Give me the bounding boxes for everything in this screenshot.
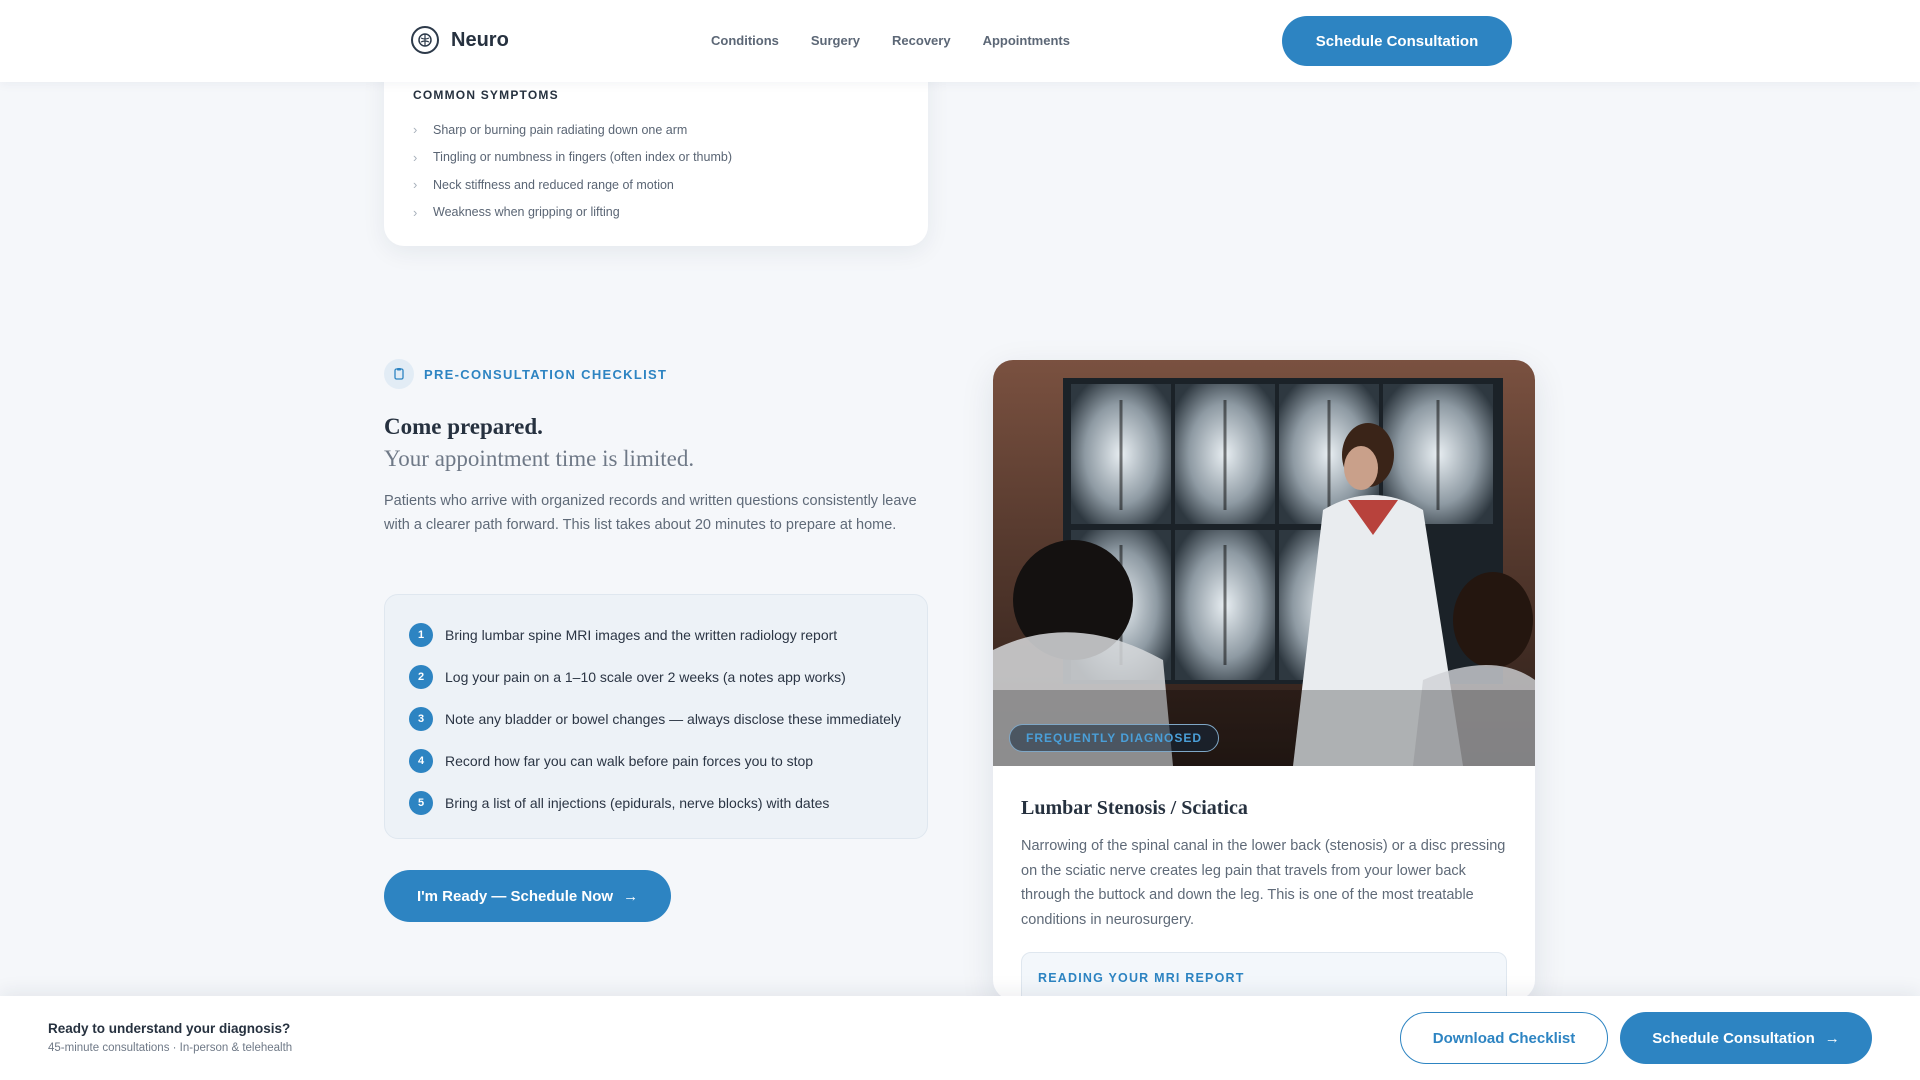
ready-schedule-label: I'm Ready — Schedule Now (416, 887, 614, 905)
list-item: 2 Log your pain on a 1–10 scale over 2 we… (409, 656, 901, 698)
nav-conditions[interactable]: Conditions (711, 33, 779, 48)
step-text: Bring a list of all injections (epidural… (445, 795, 830, 811)
xray-review-photo (993, 360, 1535, 766)
condition-card[interactable]: FREQUENTLY DIAGNOSED Lumbar Stenosis / S… (993, 360, 1535, 1000)
bar-schedule-label: Schedule Consultation (1652, 1029, 1815, 1047)
symptom-text: Tingling or numbness in fingers (often i… (433, 150, 732, 165)
section-subhead: Your appointment time is limited. (384, 446, 695, 471)
eyebrow-label: PRE-CONSULTATION CHECKLIST (424, 366, 668, 382)
step-number: 1 (409, 623, 433, 647)
step-number: 2 (409, 665, 433, 689)
section-intro: Patients who arrive with organized recor… (384, 493, 917, 533)
step-text: Note any bladder or bowel changes — alwa… (445, 711, 902, 727)
step-number: 5 (409, 791, 433, 815)
step-number: 3 (409, 707, 433, 731)
header-schedule-button[interactable]: Schedule Consultation (1282, 16, 1512, 66)
clipboard-icon (384, 359, 414, 389)
chevron-right-icon: › (413, 204, 418, 220)
condition-title: Lumbar Stenosis / Sciatica (1021, 797, 1248, 819)
step-text: Record how far you can walk before pain … (445, 753, 814, 769)
chevron-right-icon: › (413, 149, 418, 165)
brand-name: Neuro (451, 28, 509, 51)
list-item: › Neck stiffness and reduced range of mot… (413, 171, 732, 199)
main-nav: Conditions Surgery Recovery Appointments (711, 33, 1070, 48)
nav-appointments[interactable]: Appointments (983, 33, 1070, 48)
symptom-text: Weakness when gripping or lifting (433, 205, 620, 220)
chevron-right-icon: › (413, 177, 418, 193)
arrow-right-icon: → (623, 887, 639, 905)
list-item: 1 Bring lumbar spine MRI images and the w… (409, 614, 901, 656)
list-item: 3 Note any bladder or bowel changes — alw… (409, 698, 901, 740)
brand[interactable]: Neuro (411, 26, 509, 54)
chevron-right-icon: › (413, 122, 418, 138)
step-text: Bring lumbar spine MRI images and the wr… (445, 627, 838, 643)
frequently-diagnosed-badge: FREQUENTLY DIAGNOSED (1009, 724, 1220, 752)
bar-subtitle: 45-minute consultations · In-person & te… (48, 1042, 293, 1054)
nav-surgery[interactable]: Surgery (811, 33, 860, 48)
brain-logo-icon (411, 26, 439, 54)
download-checklist-button[interactable]: Download Checklist (1400, 1012, 1608, 1064)
section-headline: Come prepared. (384, 414, 543, 439)
list-item: › Sharp or burning pain radiating down on… (413, 116, 732, 144)
step-text: Log your pain on a 1–10 scale over 2 wee… (445, 669, 846, 685)
step-number: 4 (409, 749, 433, 773)
ready-schedule-button[interactable]: I'm Ready — Schedule Now → (384, 870, 671, 922)
bar-title: Ready to understand your diagnosis? (48, 1021, 291, 1036)
site-header: Neuro Conditions Surgery Recovery Appoin… (0, 0, 1920, 82)
mri-report-panel[interactable]: READING YOUR MRI REPORT (1021, 952, 1507, 1000)
symptom-text: Neck stiffness and reduced range of moti… (433, 177, 674, 192)
list-item: › Tingling or numbness in fingers (often … (413, 144, 732, 172)
symptoms-list: › Sharp or burning pain radiating down on… (413, 116, 732, 226)
arrow-right-icon: → (1824, 1029, 1840, 1047)
list-item: › Weakness when gripping or lifting (413, 199, 732, 227)
bar-schedule-button[interactable]: Schedule Consultation → (1620, 1012, 1872, 1064)
checklist-box: 1 Bring lumbar spine MRI images and the w… (384, 594, 928, 839)
checklist-eyebrow: PRE-CONSULTATION CHECKLIST (384, 359, 667, 389)
nav-recovery[interactable]: Recovery (892, 33, 951, 48)
list-item: 4 Record how far you can walk before pain… (409, 740, 901, 782)
symptoms-title: COMMON SYMPTOMS (413, 88, 559, 102)
symptom-text: Sharp or burning pain radiating down one… (433, 122, 688, 137)
checklist-items: 1 Bring lumbar spine MRI images and the w… (409, 614, 901, 824)
list-item: 5 Bring a list of all injections (epidura… (409, 782, 901, 824)
mri-report-label: READING YOUR MRI REPORT (1038, 971, 1245, 985)
condition-description: Narrowing of the spinal canal in the low… (1021, 838, 1506, 928)
sticky-cta-bar: Ready to understand your diagnosis? 45-m… (0, 996, 1920, 1080)
